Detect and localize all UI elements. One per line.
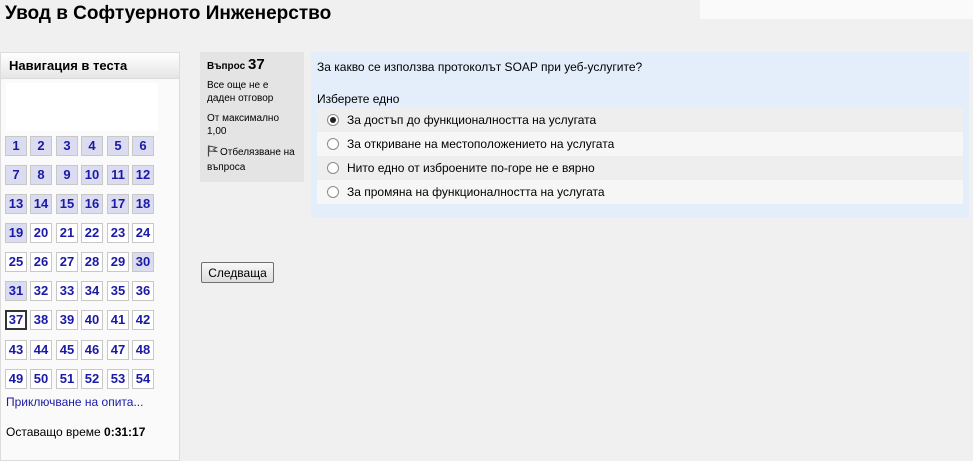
- question-nav-button[interactable]: 25: [5, 252, 27, 272]
- question-text: За какво се използва протоколът SOAP при…: [317, 60, 643, 74]
- question-nav-button[interactable]: 3: [56, 136, 78, 156]
- question-number-value: 37: [247, 56, 265, 73]
- question-nav-button[interactable]: 42: [132, 310, 154, 330]
- question-nav-button[interactable]: 32: [30, 281, 52, 301]
- answer-prompt: Изберете едно: [317, 92, 400, 106]
- question-nav-button[interactable]: 27: [56, 252, 78, 272]
- answer-option[interactable]: За промяна на функционалността на услуга…: [317, 180, 963, 204]
- question-nav-button[interactable]: 46: [81, 340, 103, 360]
- answer-radio[interactable]: [327, 186, 339, 198]
- question-nav-button[interactable]: 15: [56, 194, 78, 214]
- answer-option[interactable]: Нито едно от изброените по-горе не е вяр…: [317, 156, 963, 180]
- question-info: Въпрос 37 Все още не е даден отговор От …: [200, 52, 304, 182]
- next-button[interactable]: Следваща: [201, 262, 274, 283]
- answer-label: За откриване на местоположението на услу…: [347, 137, 615, 151]
- flag-question-label: Отбелязване на въпроса: [207, 147, 295, 173]
- question-nav-button[interactable]: 44: [30, 340, 52, 360]
- question-nav-button[interactable]: 23: [107, 223, 129, 243]
- answer-option[interactable]: За достъп до функционалността на услугат…: [317, 108, 963, 132]
- question-nav-button[interactable]: 38: [30, 310, 52, 330]
- question-nav-button[interactable]: 8: [30, 165, 52, 185]
- question-nav-button[interactable]: 34: [81, 281, 103, 301]
- question-nav-button[interactable]: 43: [5, 340, 27, 360]
- question-nav-button[interactable]: 51: [56, 369, 78, 389]
- question-grade: От максимално 1,00: [207, 113, 280, 137]
- question-nav-button[interactable]: 53: [107, 369, 129, 389]
- flag-icon: [207, 145, 219, 161]
- question-nav-button[interactable]: 21: [56, 223, 78, 243]
- header-blank-area: [700, 0, 973, 19]
- question-nav-button[interactable]: 48: [132, 340, 154, 360]
- answer-label: За промяна на функционалността на услуга…: [347, 185, 605, 199]
- question-nav-button[interactable]: 5: [107, 136, 129, 156]
- page-title: Увод в Софтуерното Инженерство: [5, 3, 332, 24]
- flag-question-toggle[interactable]: Отбелязване на въпроса: [207, 145, 297, 174]
- question-content: За какво се използва протоколът SOAP при…: [311, 52, 969, 218]
- question-nav-button[interactable]: 17: [107, 194, 129, 214]
- answer-label: Нито едно от изброените по-горе не е вяр…: [347, 161, 595, 175]
- question-nav-button[interactable]: 49: [5, 369, 27, 389]
- question-nav-button[interactable]: 54: [132, 369, 154, 389]
- question-nav-button[interactable]: 11: [107, 165, 129, 185]
- question-nav-button[interactable]: 14: [30, 194, 52, 214]
- question-nav-button[interactable]: 45: [56, 340, 78, 360]
- question-nav-button[interactable]: 1: [5, 136, 27, 156]
- question-nav-button[interactable]: 36: [132, 281, 154, 301]
- answer-radio[interactable]: [327, 114, 339, 126]
- question-nav-button[interactable]: 35: [107, 281, 129, 301]
- timer-label: Оставащо време: [6, 425, 101, 439]
- question-nav-button[interactable]: 37: [5, 310, 27, 330]
- question-number-label: Въпрос: [207, 61, 246, 72]
- question-nav-button[interactable]: 9: [56, 165, 78, 185]
- answer-list: За достъп до функционалността на услугат…: [317, 108, 963, 204]
- question-nav-button[interactable]: 30: [132, 252, 154, 272]
- question-nav-button[interactable]: 2: [30, 136, 52, 156]
- question-nav-button[interactable]: 26: [30, 252, 52, 272]
- question-nav-button[interactable]: 41: [107, 310, 129, 330]
- question-nav-button[interactable]: 24: [132, 223, 154, 243]
- question-nav-button[interactable]: 13: [5, 194, 27, 214]
- question-nav-button[interactable]: 39: [56, 310, 78, 330]
- question-nav-button[interactable]: 22: [81, 223, 103, 243]
- answer-option[interactable]: За откриване на местоположението на услу…: [317, 132, 963, 156]
- question-nav-button[interactable]: 47: [107, 340, 129, 360]
- question-nav-button[interactable]: 16: [81, 194, 103, 214]
- question-nav-button[interactable]: 18: [132, 194, 154, 214]
- question-nav-button[interactable]: 28: [81, 252, 103, 272]
- question-nav-button[interactable]: 19: [5, 223, 27, 243]
- question-state: Все още не е даден отговор: [207, 80, 274, 104]
- question-nav-button[interactable]: 40: [81, 310, 103, 330]
- answer-label: За достъп до функционалността на услугат…: [347, 113, 597, 127]
- question-nav-button[interactable]: 6: [132, 136, 154, 156]
- question-number: Въпрос 37: [207, 56, 297, 73]
- question-nav-button[interactable]: 52: [81, 369, 103, 389]
- quiz-navigation-header: Навигация в теста: [1, 53, 179, 79]
- question-nav-button[interactable]: 7: [5, 165, 27, 185]
- user-picture-area: [6, 83, 158, 131]
- question-nav-button[interactable]: 33: [56, 281, 78, 301]
- timer-value: 0:31:17: [104, 425, 146, 439]
- question-nav-button[interactable]: 4: [81, 136, 103, 156]
- question-nav-button[interactable]: 50: [30, 369, 52, 389]
- answer-radio[interactable]: [327, 138, 339, 150]
- question-nav-button[interactable]: 31: [5, 281, 27, 301]
- question-nav-button[interactable]: 10: [81, 165, 103, 185]
- question-nav-button[interactable]: 29: [107, 252, 129, 272]
- quiz-navigation-block: Навигация в теста 1 2 3 4 5 6 7 8 9 10 11 12 13 14 15 1…: [0, 52, 180, 461]
- answer-radio[interactable]: [327, 162, 339, 174]
- question-nav-button[interactable]: 12: [132, 165, 154, 185]
- question-nav-button[interactable]: 20: [30, 223, 52, 243]
- quiz-timer: Оставащо време 0:31:17: [6, 425, 145, 439]
- finish-attempt-link[interactable]: Приключване на опита...: [6, 395, 143, 409]
